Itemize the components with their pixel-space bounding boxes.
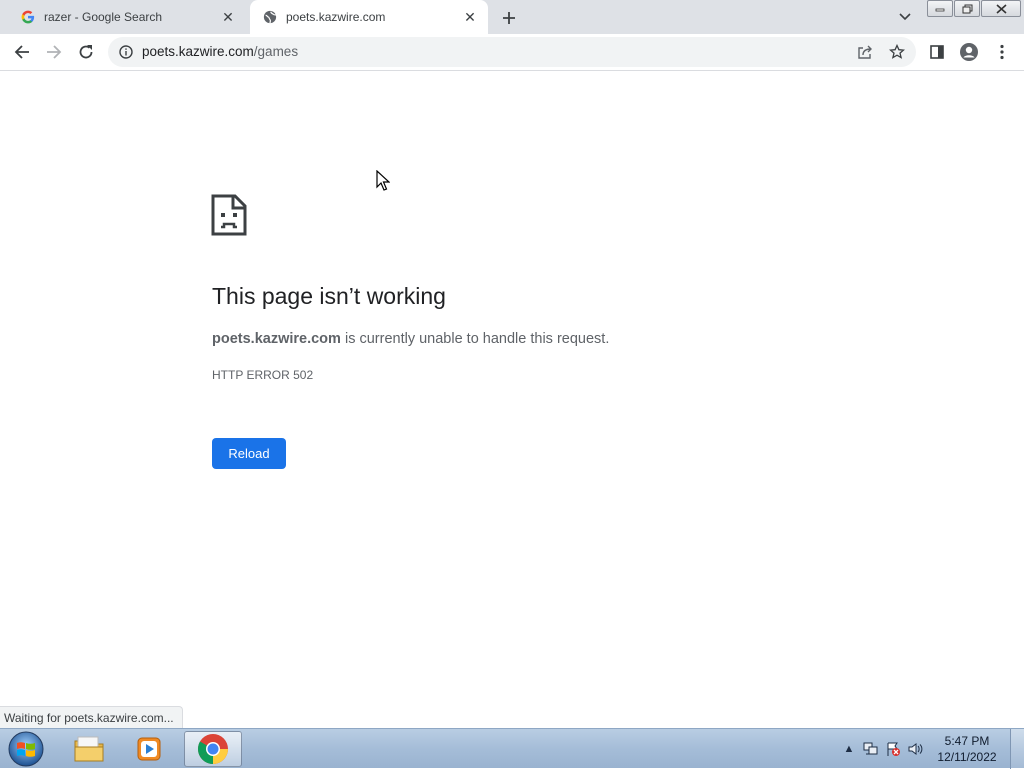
info-icon[interactable] [118,44,134,60]
windows-orb-icon [8,731,44,767]
minimize-button[interactable] [927,0,953,17]
tab-poets-kazwire[interactable]: poets.kazwire.com ✕ [250,0,488,34]
avatar-icon [960,43,978,61]
forward-arrow-icon [47,45,62,59]
url-host: poets.kazwire.com [142,44,254,59]
globe-icon [262,9,278,25]
system-tray: ▲ 5:47 PM 12/11/2022 [838,729,1024,769]
new-tab-button[interactable] [498,7,520,29]
restore-icon [962,4,972,13]
close-window-button[interactable] [981,0,1021,17]
chrome-icon [197,734,228,764]
tab-title: razer - Google Search [44,10,163,24]
sad-page-icon [211,194,247,236]
browser-toolbar: poets.kazwire.com/games [0,34,1024,71]
taskbar-explorer[interactable] [60,731,118,767]
back-arrow-icon [14,45,29,59]
clock-time: 5:47 PM [944,734,990,748]
chevron-down-icon [899,13,911,21]
volume-icon[interactable] [904,739,926,759]
network-icon[interactable] [860,739,882,759]
error-host: poets.kazwire.com [212,331,341,347]
close-tab-icon[interactable]: ✕ [460,7,480,27]
taskbar-chrome[interactable] [184,731,242,767]
reload-button[interactable]: Reload [212,438,286,469]
side-panel-button[interactable] [923,38,951,66]
bookmark-star-icon[interactable] [888,43,906,61]
taskbar: ▲ 5:47 PM 12/11/2022 [0,728,1024,769]
tab-search-button[interactable] [895,8,915,26]
action-center-icon[interactable] [882,739,904,759]
page-content: This page isn’t working poets.kazwire.co… [0,71,1024,728]
url-path: /games [253,44,299,59]
back-button[interactable] [8,38,36,66]
folder-icon [74,736,104,762]
status-bubble: Waiting for poets.kazwire.com... [0,706,183,728]
clock[interactable]: 5:47 PM 12/11/2022 [930,733,1004,765]
error-title: This page isn’t working [212,283,446,309]
mouse-cursor-icon [376,170,390,191]
plus-icon [503,12,515,24]
error-code: HTTP ERROR 502 [212,368,314,382]
profile-button[interactable] [955,38,983,66]
reload-toolbar-button[interactable] [72,38,100,66]
error-description: poets.kazwire.com is currently unable to… [212,331,609,347]
show-hidden-icons-button[interactable]: ▲ [838,739,860,759]
show-desktop-button[interactable] [1010,729,1024,769]
close-tab-icon[interactable]: ✕ [218,7,238,27]
error-message: is currently unable to handle this reque… [340,331,610,347]
tab-strip: razer - Google Search ✕ poets.kazwire.co… [0,0,1024,34]
google-g-icon [20,9,36,25]
address-bar[interactable]: poets.kazwire.com/games [108,37,916,67]
menu-button[interactable] [988,38,1016,66]
close-icon [995,3,1007,14]
clock-date: 12/11/2022 [937,750,997,764]
start-button[interactable] [4,730,48,768]
side-panel-icon [930,45,944,59]
taskbar-media-player[interactable] [120,731,178,767]
minimize-icon [935,8,945,11]
window-controls [927,0,1022,18]
media-player-icon [137,737,161,761]
reload-icon [79,45,93,59]
kebab-menu-icon [1000,44,1004,60]
restore-button[interactable] [954,0,980,17]
tab-google-search[interactable]: razer - Google Search ✕ [8,0,246,34]
forward-button[interactable] [40,38,68,66]
tab-title: poets.kazwire.com [286,10,386,24]
share-icon[interactable] [856,43,874,61]
url-text: poets.kazwire.com/games [142,44,298,59]
